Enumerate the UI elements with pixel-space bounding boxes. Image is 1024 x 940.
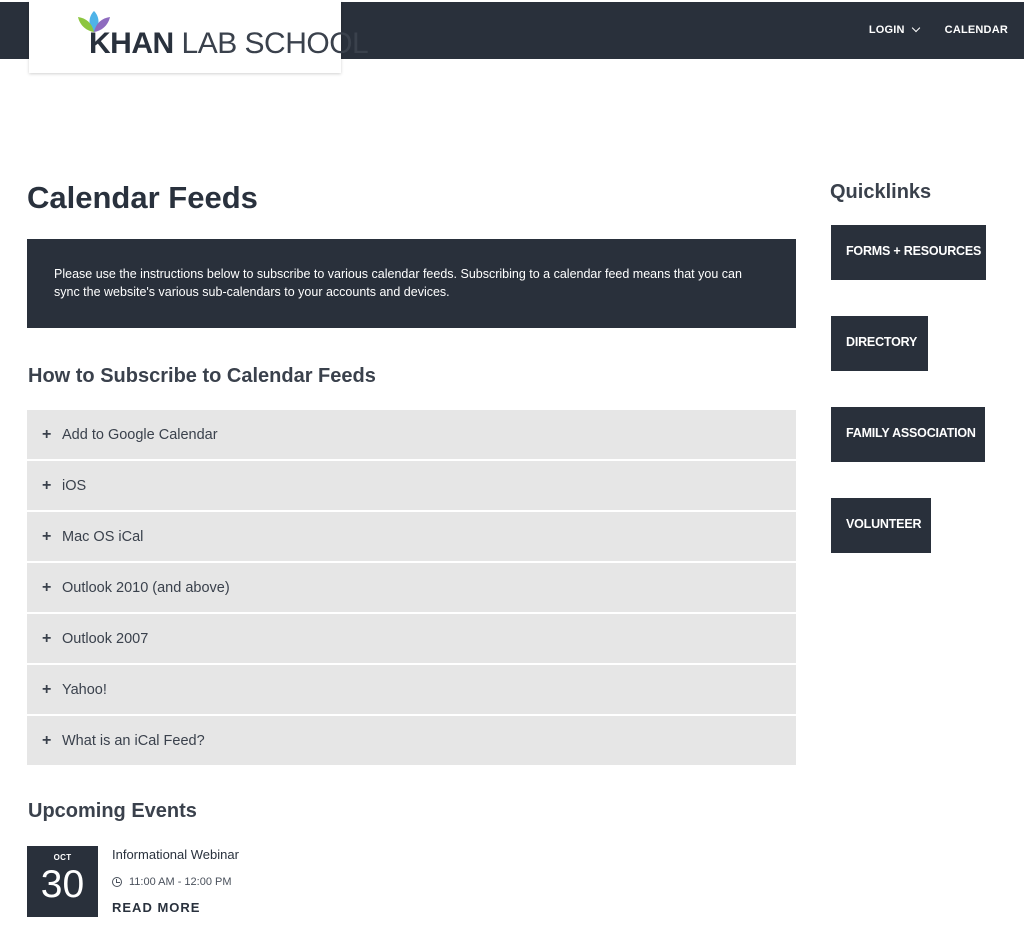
plus-icon: + [42,629,52,647]
accordion-item-outlook-2007[interactable]: + Outlook 2007 [27,614,796,663]
event-title-link[interactable]: Informational Webinar [112,847,239,862]
logo-wordmark: KHAN LAB SCHOOL [89,27,369,60]
clock-icon [112,877,122,887]
accordion-label: Mac OS iCal [62,528,144,545]
intro-text: Please use the instructions below to sub… [54,267,742,299]
event-day: 30 [40,863,85,906]
quicklink-family-association[interactable]: FAMILY ASSOCIATION [831,407,985,462]
subscribe-heading: How to Subscribe to Calendar Feeds [28,365,376,387]
login-menu[interactable]: LOGIN [868,23,920,36]
event-date-badge: OCT 30 [27,846,98,917]
upcoming-events-heading: Upcoming Events [28,800,197,822]
quicklink-directory[interactable]: DIRECTORY [831,316,928,371]
logo-text-bold: KHAN [89,27,174,60]
quicklink-forms-resources[interactable]: FORMS + RESOURCES [831,225,986,280]
event-time-text: 11:00 AM - 12:00 PM [129,876,232,888]
quicklinks-title: Quicklinks [830,181,932,203]
plus-icon: + [42,425,52,443]
plus-icon: + [42,578,52,596]
accordion-label: Outlook 2007 [62,630,149,647]
read-more-link[interactable]: READ MORE [112,900,200,915]
accordion-item-outlook-2010[interactable]: + Outlook 2010 (and above) [27,563,796,612]
accordion-item-mac-ical[interactable]: + Mac OS iCal [27,512,796,561]
event-time: 11:00 AM - 12:00 PM [112,876,232,888]
top-nav: LOGIN CALENDAR [868,23,1008,36]
event-month: OCT [53,853,72,862]
plus-icon: + [42,731,52,749]
accordion-label: Yahoo! [62,681,107,698]
accordion-label: What is an iCal Feed? [62,732,205,749]
accordion-label: Outlook 2010 (and above) [62,579,230,596]
accordion: + Add to Google Calendar + iOS + Mac OS … [27,410,796,767]
accordion-label: iOS [62,477,87,494]
accordion-label: Add to Google Calendar [62,426,218,443]
chevron-down-icon [911,23,920,33]
accordion-item-ios[interactable]: + iOS [27,461,796,510]
quicklink-volunteer[interactable]: VOLUNTEER [831,498,931,553]
login-label: LOGIN [868,24,905,36]
calendar-link[interactable]: CALENDAR [945,24,1008,36]
plus-icon: + [42,527,52,545]
plus-icon: + [42,680,52,698]
accordion-item-ical-feed[interactable]: + What is an iCal Feed? [27,716,796,765]
accordion-item-google-calendar[interactable]: + Add to Google Calendar [27,410,796,459]
intro-box: Please use the instructions below to sub… [27,239,796,328]
site-logo[interactable]: KHAN LAB SCHOOL [29,0,369,73]
plus-icon: + [42,476,52,494]
accordion-item-yahoo[interactable]: + Yahoo! [27,665,796,714]
page-title: Calendar Feeds [27,180,258,215]
logo-text-light: LAB SCHOOL [173,27,369,60]
